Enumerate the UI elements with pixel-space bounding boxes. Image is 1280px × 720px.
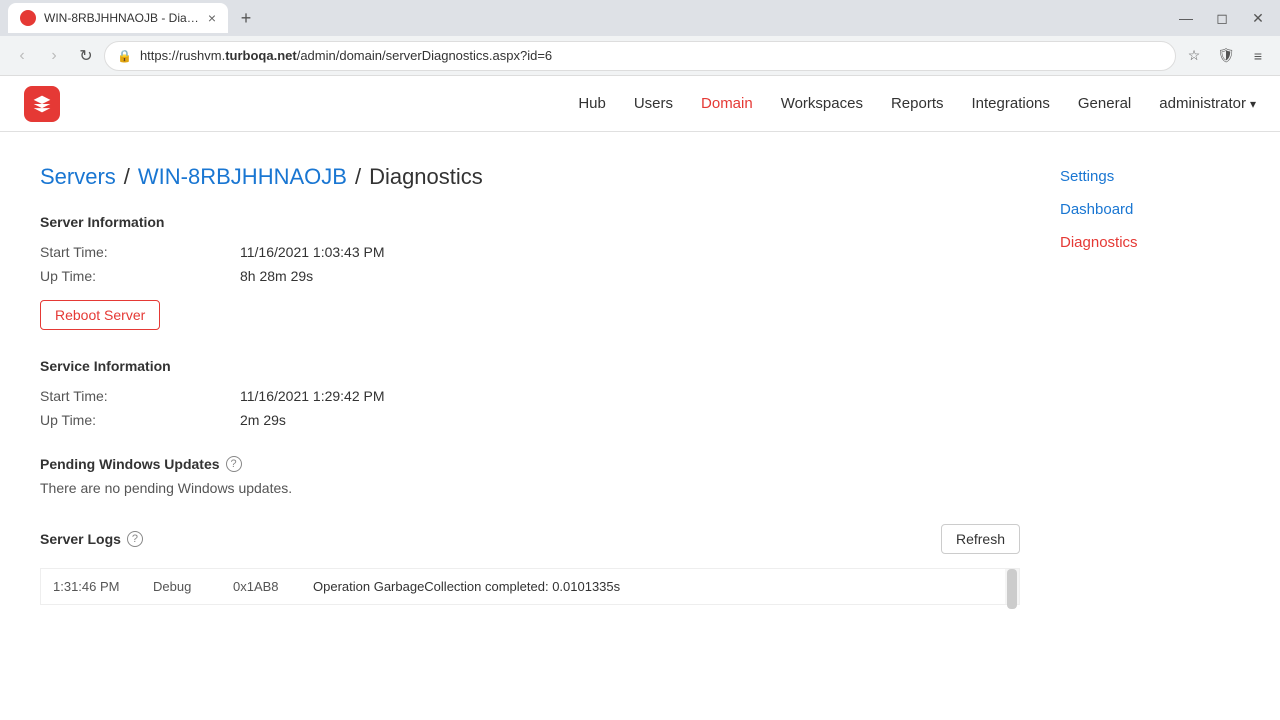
server-up-time-value: 8h 28m 29s	[240, 268, 313, 284]
logo-icon	[32, 94, 52, 114]
breadcrumb: Servers / WIN-8RBJHHNAOJB / Diagnostics	[40, 164, 1020, 190]
refresh-button[interactable]: ↻	[72, 42, 100, 70]
log-level: Debug	[153, 575, 233, 598]
nav-workspaces[interactable]: Workspaces	[781, 95, 863, 112]
url-display: https://rushvm.turboqa.net/admin/domain/…	[140, 48, 1163, 63]
refresh-logs-button[interactable]: Refresh	[941, 524, 1020, 554]
breadcrumb-server-name[interactable]: WIN-8RBJHHNAOJB	[138, 164, 347, 190]
service-info-section: Service Information Start Time: 11/16/20…	[40, 358, 1020, 428]
service-start-time-label: Start Time:	[40, 388, 240, 404]
content-area: Servers / WIN-8RBJHHNAOJB / Diagnostics …	[40, 164, 1020, 688]
pending-updates-message: There are no pending Windows updates.	[40, 480, 1020, 496]
server-up-time-label: Up Time:	[40, 268, 240, 284]
nav-admin[interactable]: administrator	[1159, 95, 1256, 112]
sidebar-link-dashboard[interactable]: Dashboard	[1060, 201, 1133, 218]
log-table: 1:31:46 PM Debug 0x1AB8 Operation Garbag…	[53, 575, 1007, 598]
server-info-title: Server Information	[40, 214, 1020, 230]
service-info-title: Service Information	[40, 358, 1020, 374]
server-logs-help-icon[interactable]: ?	[127, 531, 143, 547]
sidebar-item-dashboard[interactable]: Dashboard	[1060, 201, 1240, 218]
pending-updates-help-icon[interactable]: ?	[226, 456, 242, 472]
server-logs-title: Server Logs	[40, 531, 121, 547]
breadcrumb-page: Diagnostics	[369, 164, 483, 190]
tab-title: WIN-8RBJHHNAOJB - Diagnost...	[44, 11, 200, 25]
address-bar[interactable]: 🔒 https://rushvm.turboqa.net/admin/domai…	[104, 41, 1176, 71]
forward-button[interactable]: ›	[40, 42, 68, 70]
sidebar: Settings Dashboard Diagnostics	[1060, 164, 1240, 688]
service-up-time-label: Up Time:	[40, 412, 240, 428]
nav-domain[interactable]: Domain	[701, 95, 753, 112]
server-start-time-label: Start Time:	[40, 244, 240, 260]
log-scrollbar-track[interactable]	[1005, 569, 1019, 604]
log-message: Operation GarbageCollection completed: 0…	[313, 575, 1007, 598]
breadcrumb-sep1: /	[124, 164, 130, 190]
url-prefix: https://rushvm.	[140, 48, 225, 63]
log-time: 1:31:46 PM	[53, 575, 153, 598]
sidebar-item-settings[interactable]: Settings	[1060, 168, 1240, 185]
minimize-button[interactable]: —	[1172, 4, 1200, 32]
new-tab-button[interactable]: +	[232, 4, 260, 32]
server-start-time-row: Start Time: 11/16/2021 1:03:43 PM	[40, 244, 1020, 260]
service-up-time-row: Up Time: 2m 29s	[40, 412, 1020, 428]
app-nav: Hub Users Domain Workspaces Reports Inte…	[0, 76, 1280, 132]
pending-updates-section: Pending Windows Updates ? There are no p…	[40, 456, 1020, 496]
log-entry-row: 1:31:46 PM Debug 0x1AB8 Operation Garbag…	[53, 575, 1007, 598]
breadcrumb-servers[interactable]: Servers	[40, 164, 116, 190]
nav-users[interactable]: Users	[634, 95, 673, 112]
nav-integrations[interactable]: Integrations	[972, 95, 1050, 112]
service-up-time-value: 2m 29s	[240, 412, 286, 428]
pending-updates-header: Pending Windows Updates ?	[40, 456, 1020, 472]
menu-icon[interactable]: ≡	[1244, 42, 1272, 70]
close-button[interactable]: ✕	[1244, 4, 1272, 32]
service-start-time-row: Start Time: 11/16/2021 1:29:42 PM	[40, 388, 1020, 404]
extensions-icon[interactable]: 🛡	[1212, 42, 1240, 70]
server-logs-title-group: Server Logs ?	[40, 531, 143, 547]
back-button[interactable]: ‹	[8, 42, 36, 70]
sidebar-link-diagnostics[interactable]: Diagnostics	[1060, 234, 1138, 251]
tab-favicon	[20, 10, 36, 26]
server-info-section: Server Information Start Time: 11/16/202…	[40, 214, 1020, 330]
app-logo[interactable]	[24, 86, 60, 122]
pending-updates-title: Pending Windows Updates	[40, 456, 220, 472]
breadcrumb-sep2: /	[355, 164, 361, 190]
reboot-server-button[interactable]: Reboot Server	[40, 300, 160, 330]
tab-close-icon[interactable]: ×	[208, 11, 216, 25]
sidebar-item-diagnostics[interactable]: Diagnostics	[1060, 234, 1240, 251]
server-logs-section: Server Logs ? Refresh 1:31:46 PM Debug 0…	[40, 524, 1020, 605]
sidebar-link-settings[interactable]: Settings	[1060, 168, 1114, 185]
nav-links: Hub Users Domain Workspaces Reports Inte…	[578, 95, 1256, 112]
lock-icon: 🔒	[117, 49, 132, 63]
nav-general[interactable]: General	[1078, 95, 1131, 112]
service-start-time-value: 11/16/2021 1:29:42 PM	[240, 388, 385, 404]
url-path: /admin/domain/serverDiagnostics.aspx?id=…	[297, 48, 552, 63]
nav-hub[interactable]: Hub	[578, 95, 606, 112]
server-up-time-row: Up Time: 8h 28m 29s	[40, 268, 1020, 284]
restore-button[interactable]: ◻	[1208, 4, 1236, 32]
server-start-time-value: 11/16/2021 1:03:43 PM	[240, 244, 385, 260]
nav-reports[interactable]: Reports	[891, 95, 944, 112]
bookmark-icon[interactable]: ☆	[1180, 42, 1208, 70]
url-domain: turboqa.net	[225, 48, 297, 63]
server-logs-header: Server Logs ? Refresh	[40, 524, 1020, 554]
log-code: 0x1AB8	[233, 575, 313, 598]
log-scrollbar-thumb[interactable]	[1007, 569, 1017, 609]
browser-tab[interactable]: WIN-8RBJHHNAOJB - Diagnost... ×	[8, 3, 228, 33]
